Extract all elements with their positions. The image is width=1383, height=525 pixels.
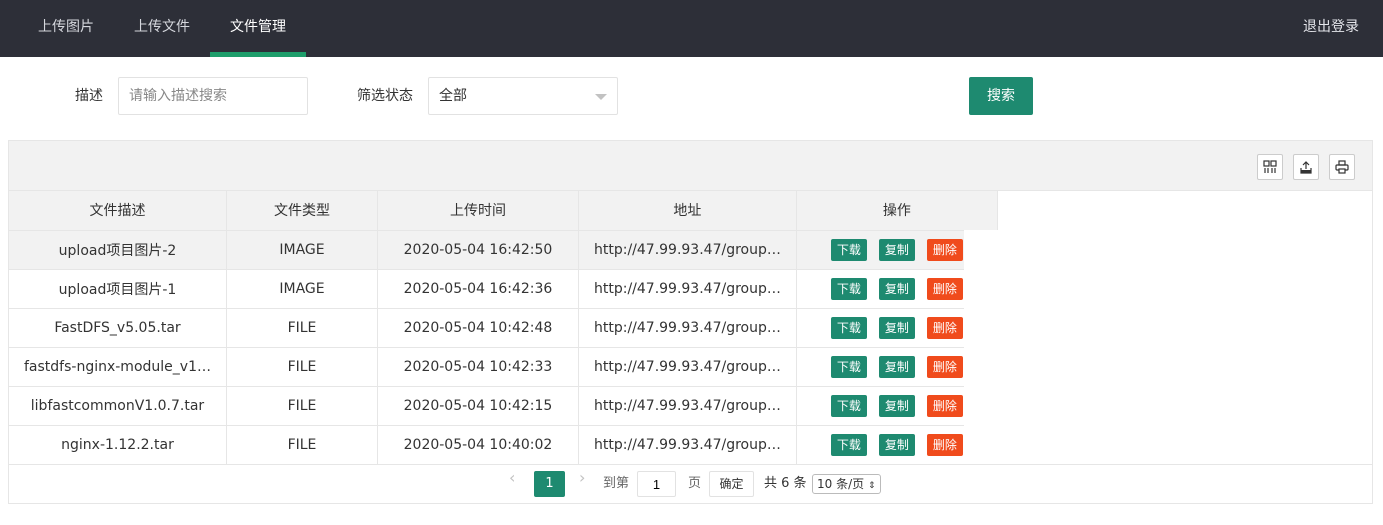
delete-button[interactable]: 删除 [926,316,963,339]
col-header-type[interactable]: 文件类型 [226,191,378,231]
cell-type: FILE [226,347,378,387]
cell-type: IMAGE [226,230,378,270]
copy-button[interactable]: 复制 [878,277,915,300]
columns-icon[interactable] [1257,154,1283,180]
cell-desc: upload项目图片-2 [9,230,227,270]
cell-addr: http://47.99.93.47/group… [578,425,797,465]
copy-button[interactable]: 复制 [878,433,915,456]
table-empty-area [964,230,1372,464]
delete-button[interactable]: 删除 [926,238,963,261]
copy-button[interactable]: 复制 [878,355,915,378]
cell-time: 2020-05-04 16:42:36 [377,269,579,309]
chevron-right-icon[interactable]: › [579,470,589,486]
table-row: upload项目图片-1 IMAGE 2020-05-04 16:42:36 http… [9,269,998,309]
tab-upload-image[interactable]: 上传图片 [20,0,112,57]
logout-link[interactable]: 退出登录 [1303,0,1359,57]
col-header-time[interactable]: 上传时间 [377,191,579,231]
cell-addr: http://47.99.93.47/group… [578,269,797,309]
download-button[interactable]: 下载 [830,277,867,300]
cell-addr: http://47.99.93.47/group… [578,347,797,387]
table-toolbar [9,141,1372,191]
download-button[interactable]: 下载 [830,316,867,339]
chevron-left-icon[interactable]: ‹ [509,470,519,486]
page-unit-label: 页 [688,476,702,491]
goto-label: 到第 [603,476,630,491]
delete-button[interactable]: 删除 [926,394,963,417]
status-select[interactable]: 全部 [428,77,618,115]
cell-time: 2020-05-04 10:40:02 [377,425,579,465]
top-nav: 上传图片 上传文件 文件管理 退出登录 [0,0,1383,57]
updown-icon: ⇕ [867,481,876,491]
tab-upload-file[interactable]: 上传文件 [116,0,208,57]
cell-addr: http://47.99.93.47/group… [578,386,797,426]
file-table: 文件描述 文件类型 上传时间 地址 操作 upload项目图片-2 IMAGE 20… [8,140,1373,504]
delete-button[interactable]: 删除 [926,277,963,300]
data-grid: 文件描述 文件类型 上传时间 地址 操作 upload项目图片-2 IMAGE 20… [9,191,998,465]
cell-time: 2020-05-04 10:42:15 [377,386,579,426]
table-header-row: 文件描述 文件类型 上传时间 地址 操作 [9,191,998,231]
copy-button[interactable]: 复制 [878,238,915,261]
cell-type: FILE [226,425,378,465]
cell-desc: fastdfs-nginx-module_v1… [9,347,227,387]
total-count: 共 6 条 [764,476,807,491]
desc-label: 描述 [75,88,103,104]
table-row: upload项目图片-2 IMAGE 2020-05-04 16:42:50 http… [9,230,998,270]
status-select-value: 全部 [439,88,467,104]
pagination: ‹ 1 › 到第 页 确定 共 6 条 10 条/页 ⇕ [9,464,1372,504]
search-button[interactable]: 搜索 [969,77,1033,115]
cell-time: 2020-05-04 16:42:50 [377,230,579,270]
cell-time: 2020-05-04 10:42:33 [377,347,579,387]
cell-desc: upload项目图片-1 [9,269,227,309]
page-current[interactable]: 1 [534,471,565,497]
cell-type: FILE [226,386,378,426]
delete-button[interactable]: 删除 [926,355,963,378]
download-button[interactable]: 下载 [830,394,867,417]
table-row: fastdfs-nginx-module_v1… FILE 2020-05-04 1… [9,347,998,387]
chevron-down-icon [595,94,607,100]
goto-page-input[interactable] [637,471,676,497]
col-header-addr[interactable]: 地址 [578,191,797,231]
page-size-value: 10 条/页 [817,477,865,491]
status-label: 筛选状态 [357,88,413,104]
export-icon[interactable] [1293,154,1319,180]
cell-desc: nginx-1.12.2.tar [9,425,227,465]
goto-confirm-button[interactable]: 确定 [709,471,754,497]
table-row: nginx-1.12.2.tar FILE 2020-05-04 10:40:02 h… [9,425,998,465]
copy-button[interactable]: 复制 [878,394,915,417]
cell-addr: http://47.99.93.47/group… [578,230,797,270]
cell-desc: FastDFS_v5.05.tar [9,308,227,348]
download-button[interactable]: 下载 [830,238,867,261]
table-row: FastDFS_v5.05.tar FILE 2020-05-04 10:42:48… [9,308,998,348]
download-button[interactable]: 下载 [830,433,867,456]
cell-desc: libfastcommonV1.0.7.tar [9,386,227,426]
print-icon[interactable] [1329,154,1355,180]
col-header-desc[interactable]: 文件描述 [9,191,227,231]
cell-time: 2020-05-04 10:42:48 [377,308,579,348]
table-row: libfastcommonV1.0.7.tar FILE 2020-05-04 10… [9,386,998,426]
tab-file-manage[interactable]: 文件管理 [210,0,306,57]
col-header-actions: 操作 [796,191,998,231]
cell-addr: http://47.99.93.47/group… [578,308,797,348]
cell-type: IMAGE [226,269,378,309]
page-size-select[interactable]: 10 条/页 ⇕ [812,474,881,494]
download-button[interactable]: 下载 [830,355,867,378]
cell-type: FILE [226,308,378,348]
desc-search-input[interactable] [118,77,308,115]
copy-button[interactable]: 复制 [878,316,915,339]
delete-button[interactable]: 删除 [926,433,963,456]
